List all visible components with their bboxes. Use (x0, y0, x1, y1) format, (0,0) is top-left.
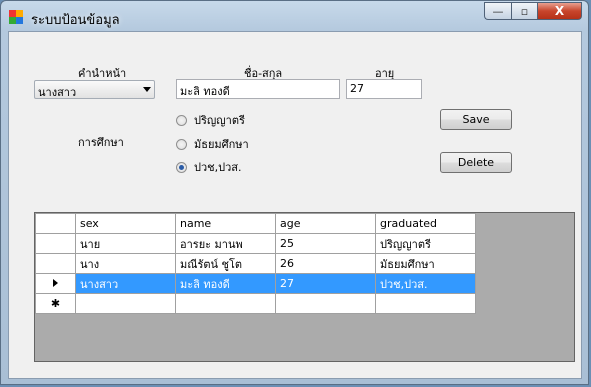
column-header-graduated[interactable]: graduated (375, 213, 476, 234)
education-label: การศึกษา (78, 136, 124, 149)
table-row-selected[interactable]: นางสาว มะลิ ทองดี 27 ปวช,ปวส. (35, 273, 476, 294)
grid-header-row: sex name age graduated (35, 213, 476, 234)
cell-age[interactable]: 27 (275, 273, 376, 294)
table-row[interactable]: นาง มณีรัตน์ ชูโต 26 มัธยมศึกษา (35, 253, 476, 274)
radio-icon (176, 114, 187, 126)
cell-sex[interactable]: นางสาว (75, 273, 176, 294)
cell-name[interactable]: มณีรัตน์ ชูโต (175, 253, 276, 274)
app-window: ระบบป้อนข้อมูล — ▫ X คำนำหน้า นางสาว ชื่… (0, 0, 589, 385)
prefix-select[interactable]: นางสาว (34, 80, 155, 99)
radio-secondary-label: มัธยมศึกษา (194, 138, 249, 151)
radio-secondary[interactable]: มัธยมศึกษา (176, 135, 249, 153)
current-row-arrow-icon (53, 279, 58, 287)
maximize-button[interactable]: ▫ (511, 2, 537, 20)
close-icon: X (554, 4, 565, 18)
row-header-current[interactable] (35, 273, 76, 294)
row-header[interactable] (35, 233, 76, 254)
table-row[interactable]: นาย อารยะ มานพ 25 ปริญญาตรี (35, 233, 476, 254)
cell-graduated[interactable]: ปวช,ปวส. (375, 273, 476, 294)
cell-age[interactable]: 25 (275, 233, 376, 254)
age-field[interactable]: 27 (346, 79, 422, 99)
cell-graduated[interactable]: มัธยมศึกษา (375, 253, 476, 274)
close-button[interactable]: X (537, 2, 582, 20)
form-client-area: คำนำหน้า นางสาว ชื่อ-สกุล มะลิ ทองดี อาย… (8, 31, 582, 379)
cell-sex[interactable]: นาง (75, 253, 176, 274)
radio-bachelor[interactable]: ปริญญาตรี (176, 111, 245, 129)
minimize-button[interactable]: — (484, 2, 511, 20)
cell-name[interactable]: อารยะ มานพ (175, 233, 276, 254)
column-header-sex[interactable]: sex (75, 213, 176, 234)
prefix-select-value: นางสาว (38, 86, 77, 99)
radio-vocational[interactable]: ปวช,ปวส. (176, 158, 242, 176)
row-header[interactable] (35, 253, 76, 274)
title-bar[interactable]: ระบบป้อนข้อมูล — ▫ X (1, 1, 588, 31)
radio-vocational-label: ปวช,ปวส. (194, 161, 242, 174)
chevron-down-icon (143, 87, 151, 92)
cell-empty[interactable] (175, 293, 276, 314)
cell-name[interactable]: มะลิ ทองดี (175, 273, 276, 294)
column-header-name[interactable]: name (175, 213, 276, 234)
row-header-corner[interactable] (35, 213, 76, 234)
new-row-asterisk-icon: ✱ (50, 297, 61, 310)
caption-buttons: — ▫ X (484, 2, 582, 21)
table-new-row[interactable]: ✱ (35, 293, 476, 314)
app-icon[interactable] (9, 10, 23, 24)
save-button[interactable]: Save (440, 109, 512, 130)
maximize-icon: ▫ (520, 4, 529, 18)
radio-bachelor-label: ปริญญาตรี (194, 114, 245, 127)
cell-sex[interactable]: นาย (75, 233, 176, 254)
window-title: ระบบป้อนข้อมูล (31, 13, 120, 28)
cell-empty[interactable] (75, 293, 176, 314)
cell-empty[interactable] (375, 293, 476, 314)
radio-selected-icon (176, 161, 187, 173)
delete-button[interactable]: Delete (440, 152, 512, 173)
name-field[interactable]: มะลิ ทองดี (176, 79, 340, 99)
minimize-icon: — (492, 4, 504, 18)
row-header-new[interactable]: ✱ (35, 293, 76, 314)
cell-age[interactable]: 26 (275, 253, 376, 274)
cell-empty[interactable] (275, 293, 376, 314)
column-header-age[interactable]: age (275, 213, 376, 234)
cell-graduated[interactable]: ปริญญาตรี (375, 233, 476, 254)
data-grid[interactable]: sex name age graduated นาย อารยะ มานพ 25… (34, 212, 575, 362)
radio-icon (176, 138, 187, 150)
data-grid-table: sex name age graduated นาย อารยะ มานพ 25… (35, 213, 476, 314)
